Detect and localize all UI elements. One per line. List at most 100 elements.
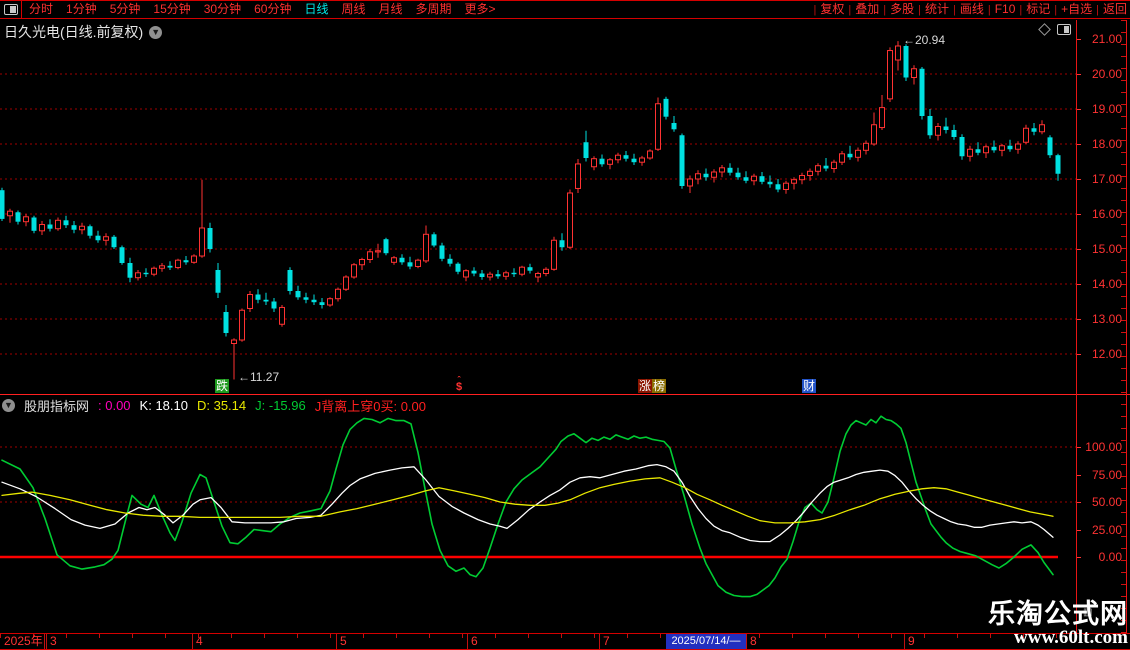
price-annotation: ←20.94 <box>903 33 946 47</box>
panel-icon[interactable] <box>1057 24 1071 35</box>
event-badge-财[interactable]: 财 <box>802 379 817 393</box>
chevron-down-icon[interactable]: ▼ <box>149 25 163 39</box>
period-menu: 分时 1分钟 5分钟 15分钟 30分钟 60分钟 日线 周线 月线 多周期 更多> <box>29 1 496 18</box>
toolbar-item-+自选[interactable]: +自选 <box>1061 1 1092 18</box>
indicator-header-segment: K: 18.10 <box>139 398 188 413</box>
indicator-chart[interactable] <box>0 396 1076 633</box>
price-axis-label: 15.00 <box>1091 242 1122 256</box>
toolbar-separator: | <box>813 3 817 16</box>
toolbar-item-叠加[interactable]: 叠加 <box>855 1 879 18</box>
price-annotation: ←11.27 <box>238 370 280 384</box>
month-boundary <box>904 634 905 649</box>
month-label-6: 6 <box>471 634 478 648</box>
current-date-marker: 2025/07/14/— <box>666 634 746 649</box>
indicator-chevron-down-icon[interactable]: ▼ <box>2 399 15 412</box>
price-axis-label: 13.00 <box>1091 312 1122 326</box>
indicator-header-segment: J: -15.96 <box>255 398 306 413</box>
panel-toggle-icon <box>3 4 18 15</box>
toolbar-item-多周期[interactable]: 多周期 <box>416 1 452 18</box>
axis-tick <box>1077 474 1081 476</box>
indicator-header-segment: 股朋指标网 <box>24 399 90 414</box>
price-axis-label: 18.00 <box>1091 137 1122 151</box>
toolbar-item-1分钟[interactable]: 1分钟 <box>66 1 97 18</box>
price-axis-label: 19.00 <box>1091 102 1122 116</box>
axis-tick <box>1077 109 1081 110</box>
axis-border-right <box>1126 20 1127 633</box>
toolbar-item-15分钟[interactable]: 15分钟 <box>153 1 190 18</box>
month-boundary <box>46 634 47 649</box>
toolbar-item-分时[interactable]: 分时 <box>29 1 53 18</box>
axis-tick <box>1077 74 1081 75</box>
chart-tool-icons <box>1038 23 1071 36</box>
axis-tick <box>1077 144 1081 145</box>
tools-menu: | 复权 | 叠加 | 多股 | 统计 | 画线 | F10 | 标记 | +自选 | 返回 <box>809 1 1127 18</box>
year-label: 2025年 <box>4 634 43 648</box>
axis-tick <box>1077 284 1081 285</box>
chart-title-row: 日久光电(日线.前复权) ▼ <box>4 22 163 42</box>
toolbar-separator: | <box>848 3 852 16</box>
month-label-4: 4 <box>196 634 203 648</box>
month-boundary <box>746 634 747 649</box>
price-axis-label: 21.00 <box>1091 32 1122 46</box>
axis-tick <box>1077 447 1081 448</box>
month-label-5: 5 <box>340 634 347 648</box>
toolbar-item-5分钟[interactable]: 5分钟 <box>110 1 141 18</box>
toolbar-item-月线[interactable]: 月线 <box>379 1 403 18</box>
month-label-8: 8 <box>750 634 757 648</box>
indicator-axis-label: 75.00 <box>1091 467 1122 482</box>
price-axis-label: 17.00 <box>1091 172 1122 186</box>
indicator-axis-label: 50.00 <box>1091 495 1122 509</box>
toolbar-item-统计[interactable]: 统计 <box>925 1 949 18</box>
event-badge-涨[interactable]: 涨 <box>638 379 653 393</box>
month-boundary <box>44 634 45 649</box>
toolbar-item-周线[interactable]: 周线 <box>341 1 365 18</box>
month-label-9: 9 <box>908 634 915 648</box>
toolbar-item-画线[interactable]: 画线 <box>960 1 984 18</box>
toolbar-separator: | <box>1054 3 1058 16</box>
dollar-marker[interactable]: ˆ $ <box>453 376 465 393</box>
watermark: 乐淘公式网 www.60lt.com <box>988 601 1128 648</box>
price-axis-label: 14.00 <box>1091 277 1122 291</box>
panel-toggle-button[interactable] <box>0 1 22 18</box>
timeline[interactable]: 2025年 3 4 5 6 7 8 9 2025/07/14/— <box>0 633 1130 650</box>
month-label-7: 7 <box>603 634 610 648</box>
toolbar-item-60分钟[interactable]: 60分钟 <box>254 1 291 18</box>
toolbar-separator: | <box>918 3 921 16</box>
toolbar-item-日线[interactable]: 日线 <box>304 1 328 18</box>
axis-tick <box>1077 39 1081 40</box>
indicator-header[interactable]: ▼ 股朋指标网: 0.00 K: 18.10 D: 35.14 J: -15.96 J背离… <box>2 398 426 414</box>
axis-tick <box>1077 319 1081 320</box>
axis-tick <box>1077 214 1081 215</box>
toolbar-item-多股[interactable]: 多股 <box>890 1 914 18</box>
indicator-line-J <box>1 415 1054 598</box>
toolbar-item-返回[interactable]: 返回 <box>1103 1 1127 18</box>
month-label-3: 3 <box>50 634 57 648</box>
toolbar-item-F10[interactable]: F10 <box>995 1 1016 18</box>
axis-tick <box>1077 529 1081 531</box>
diamond-icon[interactable] <box>1038 23 1051 36</box>
event-badge-榜[interactable]: 榜 <box>652 379 667 393</box>
price-axis-label: 12.00 <box>1091 347 1122 361</box>
event-badge-跌[interactable]: 跌 <box>215 379 230 393</box>
candlestick-chart[interactable] <box>0 20 1076 395</box>
toolbar-item-更多>[interactable]: 更多> <box>465 1 496 18</box>
toolbar-separator: | <box>1019 3 1023 16</box>
price-axis-label: 20.00 <box>1091 67 1122 81</box>
indicator-header-segment: : 0.00 <box>98 398 131 413</box>
month-boundary <box>336 634 337 649</box>
toolbar-item-复权[interactable]: 复权 <box>820 1 844 18</box>
toolbar-separator: | <box>987 3 991 16</box>
indicator-axis-label: 0.00 <box>1098 550 1122 564</box>
indicator-header-segment: J背离上穿0买: 0.00 <box>314 399 426 414</box>
chart-title: 日久光电(日线.前复权) <box>4 24 144 40</box>
axis-tick <box>1077 354 1081 355</box>
axis-tick <box>1077 557 1081 558</box>
price-axis-label: 16.00 <box>1091 207 1122 221</box>
axis-tick <box>1077 502 1081 503</box>
toolbar-item-标记[interactable]: 标记 <box>1026 1 1050 18</box>
period-toolbar: 分时 1分钟 5分钟 15分钟 30分钟 60分钟 日线 周线 月线 多周期 更多> | 复权 | 叠加 |… <box>0 0 1130 19</box>
axis-tick <box>1077 179 1081 180</box>
month-boundary <box>192 634 193 649</box>
toolbar-item-30分钟[interactable]: 30分钟 <box>204 1 241 18</box>
indicator-axis-label: 25.00 <box>1091 522 1122 537</box>
